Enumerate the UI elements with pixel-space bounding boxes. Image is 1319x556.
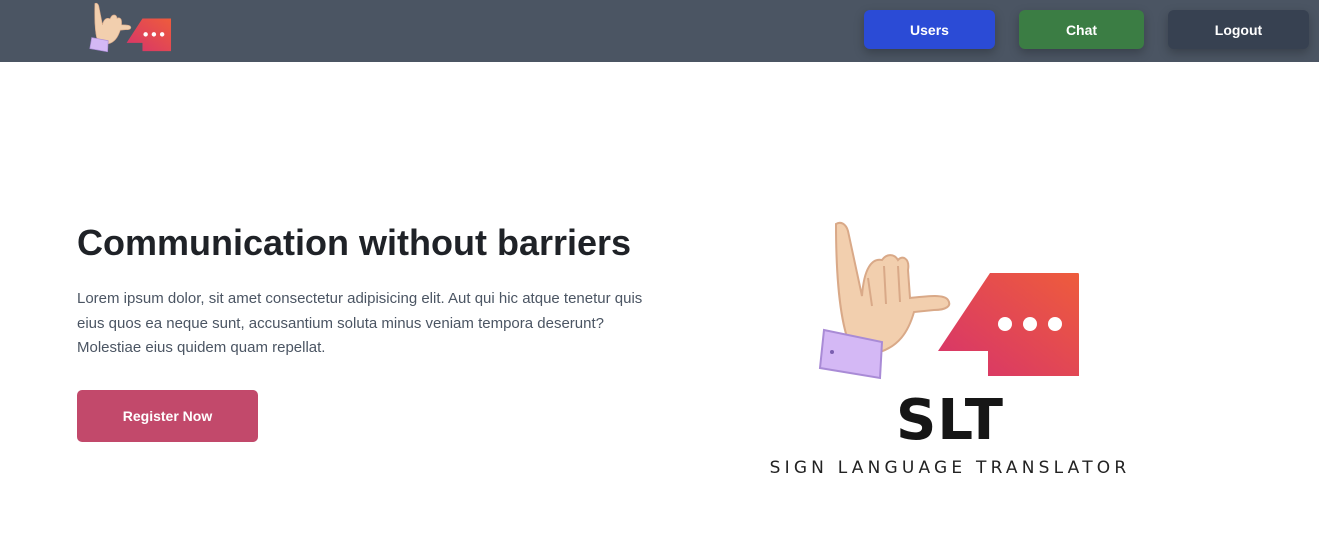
hero-title: Communication without barriers <box>77 222 632 263</box>
logout-button[interactable]: Logout <box>1168 10 1309 49</box>
chat-button[interactable]: Chat <box>1019 10 1144 49</box>
brand-name: SLT <box>896 388 1004 453</box>
users-button[interactable]: Users <box>864 10 995 49</box>
hero-description: Lorem ipsum dolor, sit amet consectetur … <box>77 290 643 356</box>
nav-logo-icon[interactable] <box>86 0 178 56</box>
navbar: Users Chat Logout <box>0 0 1319 62</box>
brand-tagline: SIGN LANGUAGE TRANSLATOR <box>769 458 1131 478</box>
register-now-button[interactable]: Register Now <box>77 390 258 442</box>
slt-logo-icon <box>810 218 1100 388</box>
